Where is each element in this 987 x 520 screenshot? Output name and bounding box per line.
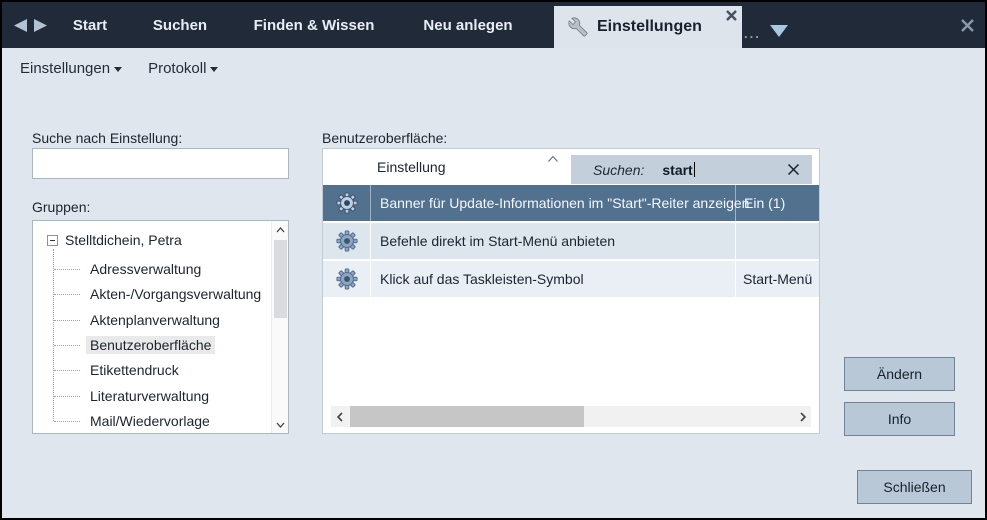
- scrollbar-thumb[interactable]: [350, 406, 584, 427]
- tab-finden-wissen[interactable]: Finden & Wissen: [254, 2, 375, 48]
- clear-search-icon[interactable]: [787, 163, 800, 176]
- column-divider: [735, 261, 736, 297]
- sort-ascending-icon: [547, 155, 559, 163]
- tree-item-label: Mail/Wiedervorlage: [86, 412, 214, 430]
- tab-overflow-dots[interactable]: ...: [744, 26, 761, 41]
- tree-item-adressverwaltung[interactable]: Adressverwaltung: [86, 259, 205, 279]
- tree-line: [54, 396, 80, 397]
- table-row[interactable]: Befehle direkt im Start-Menü anbieten: [323, 222, 819, 259]
- nav-arrows: [12, 18, 49, 33]
- tree-item-benutzeroberflaeche[interactable]: Benutzeroberfläche: [86, 335, 215, 355]
- setting-name: Klick auf das Taskleisten-Symbol: [380, 271, 584, 287]
- table-search-value[interactable]: start: [662, 162, 692, 178]
- forward-arrow-icon[interactable]: [32, 18, 49, 33]
- tab-start[interactable]: Start: [73, 2, 107, 48]
- tree-line: [54, 320, 80, 321]
- scrollbar-thumb[interactable]: [274, 240, 287, 318]
- table-row[interactable]: Klick auf das Taskleisten-Symbol Start-M…: [323, 260, 819, 297]
- setting-value: Start-Menü: [743, 271, 812, 287]
- collapse-minus-icon[interactable]: [47, 235, 58, 246]
- info-button[interactable]: Info: [844, 402, 955, 436]
- table-search-box[interactable]: Suchen: start: [570, 154, 813, 185]
- tree-root-item[interactable]: Stelltdichein, Petra: [47, 232, 182, 248]
- tree-item-aktenplanverwaltung[interactable]: Aktenplanverwaltung: [86, 310, 224, 330]
- tree-item-mail-wiedervorlage[interactable]: Mail/Wiedervorlage: [86, 411, 214, 431]
- groups-tree: Stelltdichein, Petra Adressverwaltung Ak…: [32, 220, 289, 434]
- tree-line: [54, 345, 80, 346]
- tab-close-icon[interactable]: [726, 10, 737, 21]
- tree-line: [54, 294, 80, 295]
- tree-vertical-scrollbar[interactable]: [271, 221, 288, 433]
- table-search-label: Suchen:: [593, 162, 644, 178]
- title-tab-bar: Start Suchen Finden & Wissen Neu anlegen…: [2, 2, 985, 48]
- tree-item-literaturverwaltung[interactable]: Literaturverwaltung: [86, 386, 213, 406]
- settings-window: Start Suchen Finden & Wissen Neu anlegen…: [0, 0, 987, 520]
- chevron-down-icon: [210, 67, 218, 72]
- menu-einstellungen[interactable]: Einstellungen: [20, 60, 122, 77]
- menu-einstellungen-label: Einstellungen: [20, 60, 110, 77]
- search-setting-input[interactable]: [32, 148, 289, 179]
- scroll-left-icon[interactable]: [331, 406, 348, 427]
- gear-icon: [336, 268, 358, 290]
- tree-root-label: Stelltdichein, Petra: [65, 232, 182, 248]
- scroll-up-icon[interactable]: [272, 221, 289, 238]
- tab-suchen[interactable]: Suchen: [153, 2, 207, 48]
- back-arrow-icon[interactable]: [12, 18, 29, 33]
- tree-item-etikettendruck[interactable]: Etikettendruck: [86, 360, 183, 380]
- gear-icon: [336, 230, 358, 252]
- tab-neu-anlegen[interactable]: Neu anlegen: [423, 2, 512, 48]
- tree-line: [54, 269, 80, 270]
- tree-item-label: Benutzeroberfläche: [86, 336, 215, 354]
- schliessen-button[interactable]: Schließen: [857, 470, 972, 504]
- gear-icon: [336, 192, 358, 214]
- tree-item-label: Aktenplanverwaltung: [86, 311, 224, 329]
- column-header-einstellung[interactable]: Einstellung: [377, 159, 446, 175]
- tab-einstellungen-active[interactable]: Einstellungen: [554, 6, 742, 48]
- scroll-right-icon[interactable]: [794, 406, 811, 427]
- groups-label: Gruppen:: [32, 199, 90, 215]
- settings-table: Einstellung Suchen: start: [322, 148, 820, 434]
- table-horizontal-scrollbar[interactable]: [331, 406, 811, 427]
- aendern-button[interactable]: Ändern: [844, 357, 955, 391]
- menu-protokoll-label: Protokoll: [148, 60, 206, 77]
- setting-value: Ein (1): [744, 195, 785, 211]
- tree-item-akten-vorgangsverwaltung[interactable]: Akten-/Vorgangsverwaltung: [86, 284, 265, 304]
- tree-item-label: Literaturverwaltung: [86, 387, 213, 405]
- dropdown-triangle-icon[interactable]: [770, 25, 788, 37]
- column-divider: [735, 223, 736, 259]
- search-setting-label: Suche nach Einstellung:: [32, 130, 182, 146]
- tree-line: [54, 421, 80, 422]
- menu-protokoll[interactable]: Protokoll: [148, 60, 218, 77]
- tree-line: [54, 370, 80, 371]
- setting-name: Befehle direkt im Start-Menü anbieten: [380, 233, 615, 249]
- menu-bar: Einstellungen Protokoll: [2, 48, 985, 88]
- chevron-down-icon: [114, 67, 122, 72]
- setting-name: Banner für Update-Informationen im "Star…: [380, 195, 749, 211]
- text-cursor: [694, 162, 695, 177]
- settings-list-title: Benutzeroberfläche:: [322, 130, 447, 146]
- tree-item-label: Akten-/Vorgangsverwaltung: [86, 285, 265, 303]
- column-divider: [370, 185, 371, 221]
- column-divider: [370, 261, 371, 297]
- table-row[interactable]: Banner für Update-Informationen im "Star…: [323, 185, 819, 221]
- column-divider: [370, 223, 371, 259]
- window-close-icon[interactable]: [960, 18, 975, 33]
- scroll-down-icon[interactable]: [272, 416, 289, 433]
- tree-item-label: Etikettendruck: [86, 361, 183, 379]
- tree-item-label: Adressverwaltung: [86, 260, 205, 278]
- active-tab-label: Einstellungen: [597, 18, 702, 36]
- wrench-icon: [568, 17, 588, 37]
